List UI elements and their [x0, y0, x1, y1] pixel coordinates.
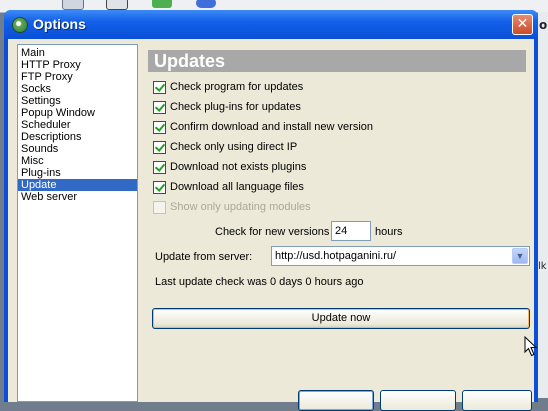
category-item-settings[interactable]: Settings: [18, 95, 137, 107]
direct-ip-checkbox[interactable]: [153, 140, 166, 154]
category-item-web-server[interactable]: Web server: [18, 191, 137, 203]
category-item-ftp-proxy[interactable]: FTP Proxy: [18, 71, 137, 83]
show-updating-modules-checkbox: [153, 200, 166, 214]
options-window: Options ✕ Main HTTP Proxy FTP Proxy Sock…: [4, 10, 538, 411]
check-program-updates-option[interactable]: Check program for updates: [153, 79, 303, 95]
check-plugins-updates-option[interactable]: Check plug-ins for updates: [153, 99, 301, 115]
category-item-popup-window[interactable]: Popup Window: [18, 107, 137, 119]
section-title: Updates: [154, 51, 226, 71]
check-program-updates-checkbox[interactable]: [153, 80, 166, 94]
title-bar[interactable]: Options ✕: [4, 10, 538, 39]
apply-button[interactable]: [462, 390, 532, 411]
updates-panel: Updates Check program for updates Check …: [144, 44, 538, 369]
download-plugins-label: Download not exists plugins: [170, 161, 307, 173]
interval-input[interactable]: 24: [331, 221, 371, 241]
category-item-socks[interactable]: Socks: [18, 83, 137, 95]
mouse-cursor-icon: [524, 336, 538, 357]
category-item-http-proxy[interactable]: HTTP Proxy: [18, 59, 137, 71]
server-label: Update from server:: [155, 251, 253, 263]
confirm-download-checkbox[interactable]: [153, 120, 166, 134]
check-plugins-updates-label: Check plug-ins for updates: [170, 101, 301, 113]
chevron-down-icon[interactable]: ▼: [512, 248, 528, 264]
download-languages-label: Download all language files: [170, 181, 304, 193]
server-select-value: http://usd.hotpaganini.ru/: [275, 250, 397, 262]
update-now-button[interactable]: Update now: [152, 308, 530, 329]
category-item-scheduler[interactable]: Scheduler: [18, 119, 137, 131]
category-item-plug-ins[interactable]: Plug-ins: [18, 167, 137, 179]
background-app-text: lk: [538, 261, 547, 272]
category-item-update[interactable]: Update: [18, 179, 137, 191]
category-item-descriptions[interactable]: Descriptions: [18, 131, 137, 143]
section-header: Updates: [148, 50, 526, 72]
confirm-download-label: Confirm download and install new version: [170, 121, 373, 133]
category-item-main[interactable]: Main: [18, 47, 137, 59]
dialog-client-area: Main HTTP Proxy FTP Proxy Socks Settings…: [8, 39, 538, 411]
direct-ip-label: Check only using direct IP: [170, 141, 298, 153]
close-x-icon: ✕: [516, 16, 529, 32]
close-button[interactable]: ✕: [512, 14, 533, 35]
background-app-edge: [538, 12, 548, 398]
download-plugins-option[interactable]: Download not exists plugins: [153, 159, 306, 175]
category-item-misc[interactable]: Misc: [18, 155, 137, 167]
confirm-download-option[interactable]: Confirm download and install new version: [153, 119, 373, 135]
server-select[interactable]: http://usd.hotpaganini.ru/ ▼: [271, 246, 530, 266]
background-toolbar-icon: [152, 0, 172, 8]
show-updating-modules-label: Show only updating modules: [170, 201, 311, 213]
background-app-text: or: [539, 18, 548, 32]
window-title: Options: [33, 16, 86, 32]
category-item-sounds[interactable]: Sounds: [18, 143, 137, 155]
check-plugins-updates-checkbox[interactable]: [153, 100, 166, 114]
download-languages-option[interactable]: Download all language files: [153, 179, 304, 195]
background-toolbar-icon: [62, 0, 84, 10]
app-icon: [12, 17, 28, 33]
background-toolbar-icon: [106, 0, 128, 10]
background-toolbar-icon: [196, 0, 216, 8]
last-check-status: Last update check was 0 days 0 hours ago: [155, 276, 364, 288]
ok-button[interactable]: [298, 390, 374, 411]
download-languages-checkbox[interactable]: [153, 180, 166, 194]
direct-ip-option[interactable]: Check only using direct IP: [153, 139, 297, 155]
interval-unit-label: hours: [375, 226, 403, 238]
show-updating-modules-option: Show only updating modules: [153, 199, 311, 215]
download-plugins-checkbox[interactable]: [153, 160, 166, 174]
cancel-button[interactable]: [380, 390, 456, 411]
category-list[interactable]: Main HTTP Proxy FTP Proxy Socks Settings…: [17, 44, 138, 402]
check-program-updates-label: Check program for updates: [170, 81, 304, 93]
